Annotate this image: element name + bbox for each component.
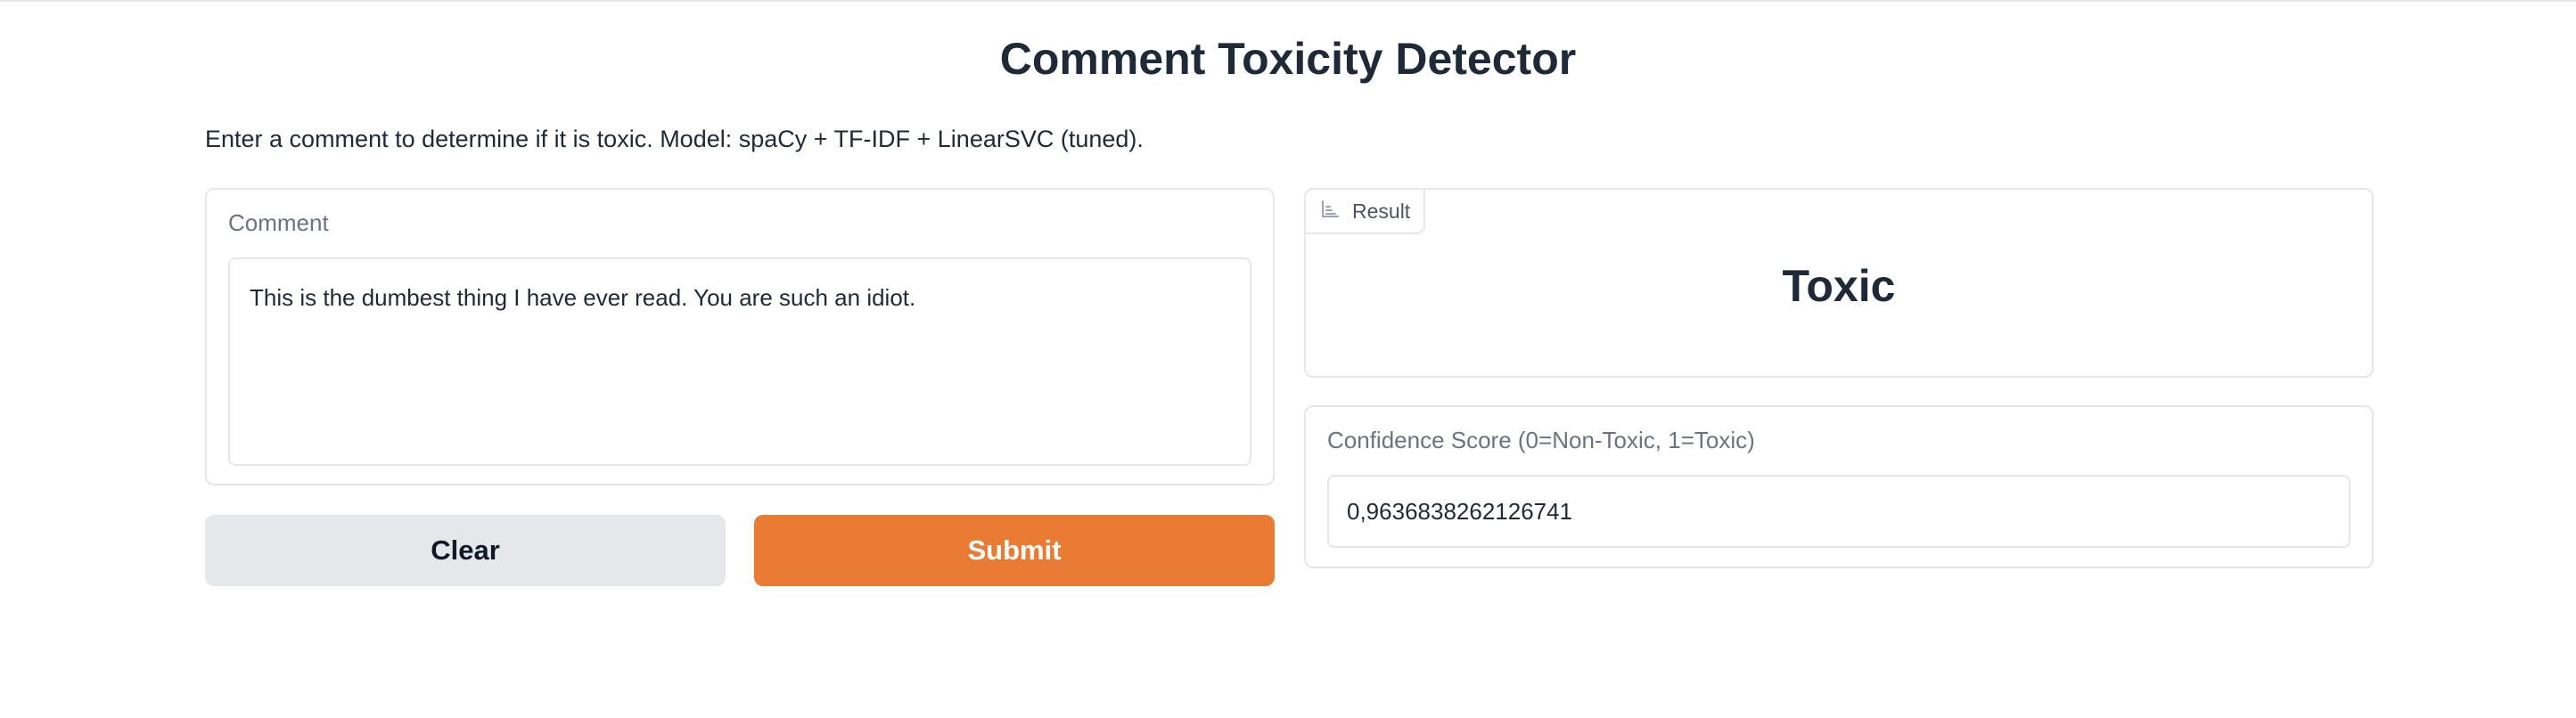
comment-textarea[interactable]: This is the dumbest thing I have ever re… [228,257,1251,466]
page-title: Comment Toxicity Detector [999,34,1577,84]
confidence-field[interactable]: 0,9636838262126741 [1327,475,2350,548]
comment-label: Comment [228,209,329,236]
comment-panel: Comment This is the dumbest thing I have… [205,188,1275,485]
result-value: Toxic [1782,261,1896,311]
confidence-label: Confidence Score (0=Non-Toxic, 1=Toxic) [1327,427,1755,453]
result-panel: Result Toxic [1304,188,2374,378]
result-tab: Result [1304,188,1425,234]
confidence-panel: Confidence Score (0=Non-Toxic, 1=Toxic) … [1304,405,2374,568]
clear-button[interactable]: Clear [205,515,726,586]
page-description: Enter a comment to determine if it is to… [205,126,1144,152]
top-divider [0,0,2576,2]
result-tab-label: Result [1352,199,1411,223]
bar-chart-icon [1320,200,1340,224]
submit-button[interactable]: Submit [754,515,1275,586]
